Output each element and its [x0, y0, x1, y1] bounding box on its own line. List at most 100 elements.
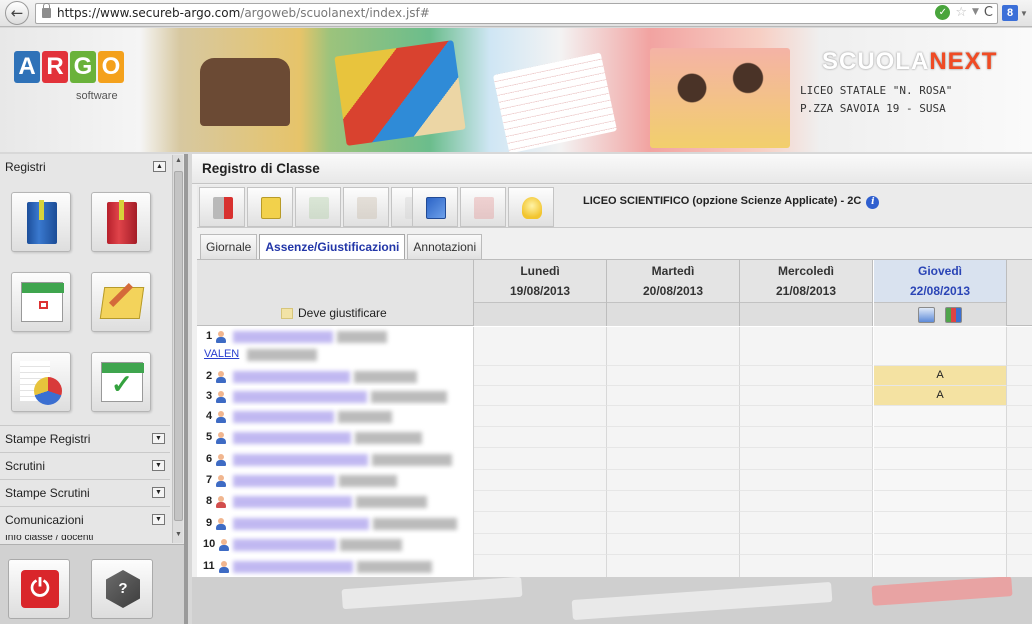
attendance-cell[interactable]: [607, 406, 740, 427]
collapse-icon[interactable]: ▲: [153, 161, 166, 172]
attendance-cell[interactable]: [607, 427, 740, 448]
attendance-cell[interactable]: [874, 491, 1007, 512]
attendance-cell[interactable]: [474, 534, 607, 555]
student-row[interactable]: 7: [197, 470, 1032, 491]
attendance-cell[interactable]: [607, 448, 740, 470]
student-name-redacted[interactable]: [233, 432, 351, 444]
scrollbar-thumb[interactable]: [174, 171, 183, 521]
edit-note-button[interactable]: [247, 187, 293, 227]
attendance-cell[interactable]: [740, 555, 873, 578]
attendance-cell[interactable]: [874, 534, 1007, 555]
attendance-cell[interactable]: [874, 406, 1007, 427]
student-name-cell[interactable]: 10: [197, 534, 474, 555]
tile-annotazioni[interactable]: [91, 272, 151, 332]
attendance-cell[interactable]: [474, 386, 607, 406]
tab-annotazioni[interactable]: Annotazioni: [407, 234, 483, 259]
attendance-cell[interactable]: [474, 512, 607, 534]
attendance-cell[interactable]: [874, 427, 1007, 448]
tile-statistiche[interactable]: [11, 352, 71, 412]
chevron-down-icon[interactable]: ▼: [152, 487, 165, 498]
student-name-redacted[interactable]: [233, 371, 350, 383]
student-name-redacted[interactable]: [233, 454, 368, 466]
student-row[interactable]: 6: [197, 448, 1032, 470]
attendance-cell[interactable]: [740, 534, 873, 555]
student-row[interactable]: 2A: [197, 366, 1032, 386]
tile-calendario[interactable]: [11, 272, 71, 332]
student-name-redacted[interactable]: [233, 411, 334, 423]
tab-giornale[interactable]: Giornale: [200, 234, 258, 259]
student-row[interactable]: 3A: [197, 386, 1032, 406]
attendance-cell[interactable]: [874, 327, 1007, 366]
attendance-cell[interactable]: [874, 448, 1007, 470]
student-name-redacted[interactable]: [233, 331, 333, 343]
disabled-action-button[interactable]: [460, 187, 506, 227]
attendance-cell[interactable]: [740, 386, 873, 406]
attendance-cell[interactable]: [874, 512, 1007, 534]
student-name-cell[interactable]: 9: [197, 512, 474, 534]
exit-button[interactable]: [199, 187, 245, 227]
student-name-cell[interactable]: 5: [197, 427, 474, 448]
attendance-cell[interactable]: [740, 406, 873, 427]
student-row[interactable]: 8: [197, 491, 1032, 512]
student-name-redacted[interactable]: [233, 496, 352, 508]
search-engine-button[interactable]: 8 ▼: [1002, 3, 1028, 24]
attendance-cell[interactable]: [607, 327, 740, 366]
student-name-cell[interactable]: 3: [197, 386, 474, 406]
student-name-redacted[interactable]: [233, 391, 367, 403]
attendance-cell[interactable]: [874, 555, 1007, 578]
student-name-cell[interactable]: 2: [197, 366, 474, 386]
student-name-redacted[interactable]: [233, 518, 369, 530]
tile-registro-professore[interactable]: [91, 192, 151, 252]
scroll-down-icon[interactable]: ▼: [173, 531, 184, 541]
argo-logo[interactable]: A R G O: [14, 51, 124, 83]
menu-scrutini[interactable]: Scrutini ▼: [0, 452, 170, 478]
tab-assenze-giustificazioni[interactable]: Assenze/Giustificazioni: [259, 234, 406, 260]
attendance-cell[interactable]: [607, 555, 740, 578]
menu-stampe-scrutini[interactable]: Stampe Scrutini ▼: [0, 479, 170, 505]
menu-comunicazioni[interactable]: Comunicazioni ▼: [0, 506, 170, 532]
reload-icon[interactable]: C: [984, 5, 993, 20]
sidebar-scrollbar[interactable]: ▲ ▼: [172, 155, 183, 543]
student-row[interactable]: 11: [197, 555, 1032, 578]
scroll-up-icon[interactable]: ▲: [173, 157, 184, 167]
student-row[interactable]: 9: [197, 512, 1032, 534]
student-row[interactable]: 10: [197, 534, 1032, 555]
attendance-cell[interactable]: [474, 406, 607, 427]
check-button[interactable]: [295, 187, 341, 227]
menu-stampe-registri[interactable]: Stampe Registri ▼: [0, 425, 170, 451]
lightbulb-button[interactable]: [508, 187, 554, 227]
attendance-cell[interactable]: [740, 491, 873, 512]
attendance-cell[interactable]: [740, 427, 873, 448]
download-icon[interactable]: [918, 307, 935, 323]
chevron-down-icon[interactable]: ▼: [152, 514, 165, 525]
attendance-cell[interactable]: [607, 491, 740, 512]
attendance-cell[interactable]: [474, 555, 607, 578]
tile-appello[interactable]: ✓: [91, 352, 151, 412]
student-name-redacted[interactable]: [233, 475, 335, 487]
student-name-cell[interactable]: 1 VALEN: [197, 327, 474, 366]
attendance-cell[interactable]: [474, 491, 607, 512]
student-name-cell[interactable]: 8: [197, 491, 474, 512]
attendance-cell[interactable]: [740, 327, 873, 366]
menu-info-classe-partial[interactable]: Info classe / docenti: [0, 535, 170, 543]
attendance-cell[interactable]: [474, 427, 607, 448]
student-row[interactable]: 5: [197, 427, 1032, 448]
attendance-cell[interactable]: [607, 386, 740, 406]
attendance-cell[interactable]: [740, 448, 873, 470]
student-row[interactable]: 1 VALEN: [197, 327, 1032, 366]
help-button[interactable]: ?: [91, 559, 153, 619]
attendance-cell[interactable]: [607, 512, 740, 534]
info-icon[interactable]: i: [866, 196, 880, 209]
attendance-cell[interactable]: [740, 470, 873, 491]
report-icon[interactable]: [945, 307, 962, 323]
copy-windows-button[interactable]: [412, 187, 458, 227]
attendance-cell[interactable]: [607, 470, 740, 491]
chevron-down-icon[interactable]: ▼: [152, 460, 165, 471]
bookmark-star-icon[interactable]: ☆: [955, 5, 967, 20]
attendance-cell[interactable]: [607, 366, 740, 386]
student-name-redacted[interactable]: [233, 539, 336, 551]
student-name-cell[interactable]: 11: [197, 555, 474, 578]
attendance-cell[interactable]: [474, 448, 607, 470]
tile-registro-classe[interactable]: [11, 192, 71, 252]
student-name-redacted[interactable]: [233, 561, 353, 573]
